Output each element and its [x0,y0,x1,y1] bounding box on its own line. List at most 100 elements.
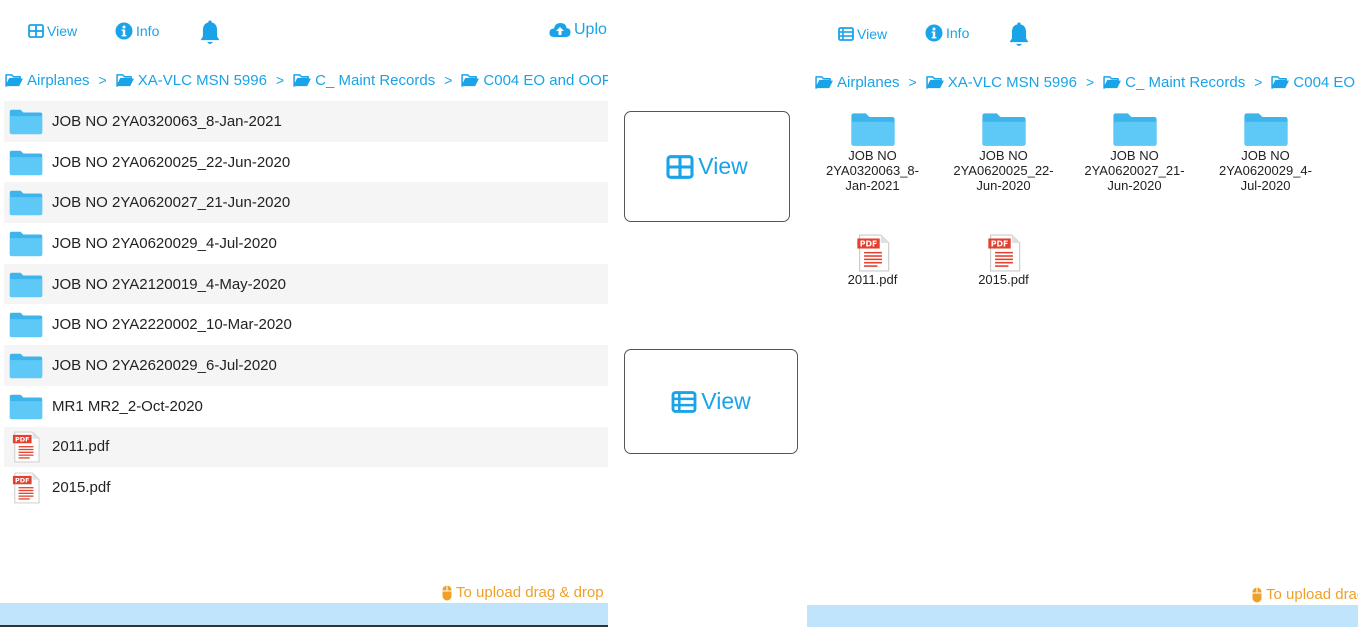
upload-button[interactable]: Uplo [549,21,607,39]
list-view-icon [671,391,697,413]
tile-icon [987,232,1021,272]
tile-label: JOB NO 2YA0620025_22-Jun-2020 [953,148,1054,193]
upload-hint-text: To upload drag & drop [456,584,604,601]
mouse-icon [1252,587,1262,603]
folder-row[interactable]: JOB NO 2YA2220002_10-Mar-2020 [4,304,608,345]
view-toggle-button[interactable]: View [838,26,887,42]
file-tile[interactable]: 2011.pdf [815,232,930,287]
row-label: 2015.pdf [52,479,111,497]
info-label: Info [946,25,970,41]
folder-row[interactable]: JOB NO 2YA0620029_4-Jul-2020 [4,223,608,264]
view-toggle-label: View [47,23,78,39]
breadcrumb-item[interactable]: C004 EO and OOP DFI [461,72,608,89]
row-icon [8,105,44,137]
breadcrumb-item-label: Airplanes [837,73,900,91]
info-button[interactable]: Info [925,24,969,42]
toolbar: View Info [807,0,1358,60]
pdf-icon [987,234,1021,272]
drop-zone[interactable] [807,605,1358,627]
breadcrumb-item-label: Airplanes [27,71,90,89]
pdf-icon [12,472,40,504]
tile-icon [1111,108,1159,148]
folder-icon [1242,110,1290,148]
bell-icon[interactable] [1007,22,1031,48]
breadcrumb-item[interactable]: XA-VLC MSN 5996 [116,72,267,89]
grid-view-panel: View Info Airplanes > XA-VLC MSN 5996 > C_ M… [807,0,1358,627]
row-icon [8,227,44,259]
breadcrumb-item-label: XA-VLC MSN 5996 [137,71,267,89]
folder-row[interactable]: JOB NO 2YA0620025_22-Jun-2020 [4,142,608,183]
upload-hint[interactable]: To upload drag [1252,586,1358,603]
tile-label: JOB NO 2YA0620029_4-Jul-2020 [1218,148,1312,193]
breadcrumb-item-label: C004 EO and [1293,73,1358,91]
folder-open-icon [116,73,135,88]
cloud-upload-icon [549,22,571,38]
folder-row[interactable]: JOB NO 2YA0620027_21-Jun-2020 [4,182,608,224]
breadcrumb-item[interactable]: C004 EO and [1271,74,1358,91]
tile-icon [849,108,897,148]
tile-label: 2011.pdf [847,272,898,287]
folder-row[interactable]: MR1 MR2_2-Oct-2020 [4,386,608,427]
breadcrumb-separator: > [98,72,107,88]
upload-hint[interactable]: To upload drag & drop [442,584,604,601]
folder-open-icon [926,75,945,90]
row-icon [8,472,44,504]
toolbar: View Info Uplo [0,0,608,60]
folder-tile[interactable]: JOB NO 2YA0620025_22-Jun-2020 [946,108,1061,193]
list-view-demo-button[interactable]: View [624,349,798,454]
breadcrumb-separator: > [908,74,917,90]
row-icon [8,146,44,178]
folder-row[interactable]: JOB NO 2YA0320063_8-Jan-2021 [4,101,608,142]
folder-open-icon [1103,75,1122,90]
folder-tile[interactable]: JOB NO 2YA0620027_21-Jun-2020 [1077,108,1192,193]
folder-row[interactable]: JOB NO 2YA2120019_4-May-2020 [4,263,608,305]
row-label: JOB NO 2YA0620029_4-Jul-2020 [52,234,277,252]
folder-icon [8,392,44,421]
pdf-icon [856,234,890,272]
row-label: 2011.pdf [52,438,110,456]
row-label: JOB NO 2YA2220002_10-Mar-2020 [52,316,292,334]
mouse-icon [442,585,452,601]
row-label: JOB NO 2YA2120019_4-May-2020 [52,275,287,293]
folder-open-icon [815,75,834,90]
folder-icon [8,351,44,380]
tile-label: 2 [1344,148,1358,163]
file-row[interactable]: 2011.pdf [4,426,608,468]
folder-tile[interactable]: 2 [1339,108,1358,163]
folder-tile[interactable]: JOB NO 2YA0320063_8-Jan-2021 [815,108,930,193]
breadcrumb-item[interactable]: XA-VLC MSN 5996 [926,74,1077,91]
folder-tile[interactable]: JOB NO 2YA0620029_4-Jul-2020 [1208,108,1323,193]
folder-icon [8,148,44,177]
breadcrumb-separator: > [275,72,285,88]
breadcrumb-item[interactable]: C_ Maint Records [1103,74,1245,91]
drop-zone[interactable] [0,603,608,625]
tile-label: 2015.pdf [978,272,1029,287]
file-tile[interactable]: 2015.pdf [946,232,1061,287]
row-icon [8,268,44,300]
grid-view-icon [28,24,44,38]
grid-view-demo-button[interactable]: View [624,111,790,222]
bell-icon[interactable] [198,20,222,46]
info-label: Info [136,23,160,39]
view-toggle-button[interactable]: View [28,23,77,39]
row-icon [8,349,44,381]
info-button[interactable]: Info [115,22,159,40]
folder-row[interactable]: JOB NO 2YA2620029_6-Jul-2020 [4,345,608,386]
folder-open-icon [1271,75,1290,90]
file-row[interactable]: 2015.pdf [4,467,608,508]
breadcrumb: Airplanes > XA-VLC MSN 5996 > C_ Maint Recor… [5,69,608,91]
list-view-icon [838,27,854,41]
grid-view-icon [666,155,694,179]
row-icon [8,309,44,341]
row-icon [8,187,44,219]
folder-icon [849,110,897,148]
breadcrumb-item[interactable]: Airplanes [5,72,90,89]
tile-icon [856,232,890,272]
folder-icon [1111,110,1159,148]
breadcrumb-item[interactable]: C_ Maint Records [293,72,435,89]
breadcrumb-item[interactable]: Airplanes [815,74,900,91]
folder-icon [980,110,1028,148]
folder-open-icon [461,73,480,88]
breadcrumb-separator: > [444,72,453,88]
file-list: JOB NO 2YA0320063_8-Jan-2021 JOB NO 2YA06… [4,101,608,508]
